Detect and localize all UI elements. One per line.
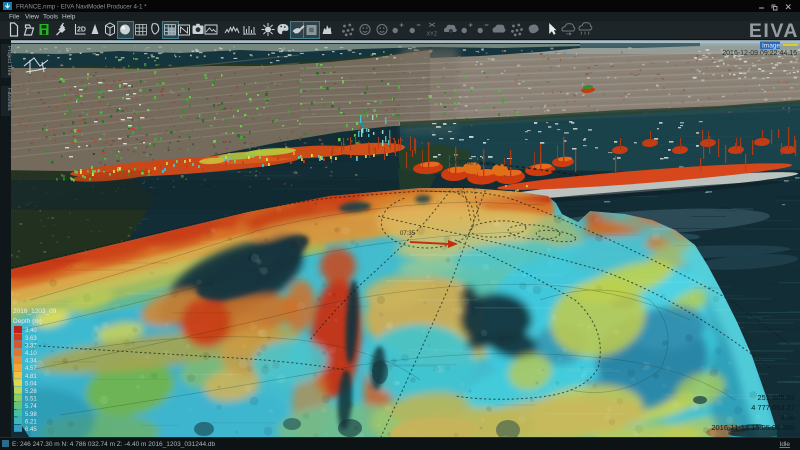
svg-text:3.40: 3.40 (25, 328, 37, 334)
svg-text:2D: 2D (77, 27, 86, 34)
svg-text:EIVA: EIVA (749, 20, 799, 42)
svg-text:Favorites: Favorites (6, 88, 12, 111)
svg-text:E: 246 247.30 m N: 4 786 032.7: E: 246 247.30 m N: 4 786 032.74 m Z: -4.… (12, 441, 215, 448)
svg-text:Idle: Idle (780, 441, 791, 448)
svg-text:FRANCE.nmp - EIVA NaviModel Pr: FRANCE.nmp - EIVA NaviModel Producer 4-1… (16, 4, 147, 11)
svg-text:4.10: 4.10 (25, 351, 37, 357)
svg-text:4.57: 4.57 (25, 366, 37, 372)
svg-text:5.04: 5.04 (25, 381, 37, 387)
svg-text:6.21: 6.21 (25, 419, 37, 425)
svg-text:3.87: 3.87 (25, 343, 37, 349)
svg-text:2016-12-09 09:22:44.16: 2016-12-09 09:22:44.16 (722, 50, 797, 57)
svg-text:5.51: 5.51 (25, 397, 37, 403)
svg-text:07:35: 07:35 (400, 231, 416, 237)
svg-text:5.74: 5.74 (25, 404, 37, 410)
svg-text:251 305.02: 251 305.02 (757, 393, 795, 402)
svg-text:5.28: 5.28 (25, 389, 37, 395)
svg-text:4.38: 4.38 (780, 413, 795, 422)
svg-text:Depth (m): Depth (m) (13, 318, 42, 325)
svg-text:4.81: 4.81 (25, 374, 37, 380)
svg-text:4.34: 4.34 (25, 359, 37, 365)
svg-text:Help: Help (62, 14, 76, 21)
svg-text:5.98: 5.98 (25, 412, 37, 418)
svg-text:4 777 063.27: 4 777 063.27 (751, 403, 795, 412)
svg-text:3.63: 3.63 (25, 336, 37, 342)
svg-text:Project Tree: Project Tree (6, 46, 12, 76)
svg-text:View: View (25, 14, 39, 21)
svg-text:6.45: 6.45 (25, 427, 37, 433)
svg-text:File: File (9, 14, 20, 21)
svg-text:2016-11-14 15:05:06.285: 2016-11-14 15:05:06.285 (711, 423, 795, 432)
svg-text:XYZ: XYZ (427, 32, 438, 38)
svg-text:Tools: Tools (43, 14, 59, 21)
svg-text:Image: Image (762, 43, 780, 50)
svg-text:2016_1203_09: 2016_1203_09 (13, 308, 57, 315)
